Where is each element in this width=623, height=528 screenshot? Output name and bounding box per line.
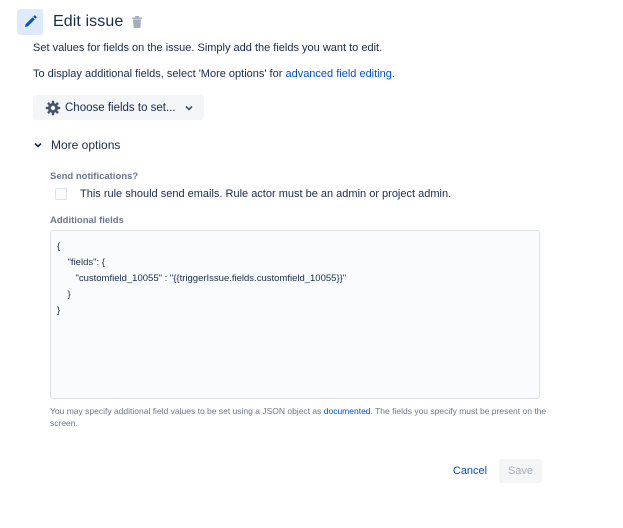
choose-fields-button[interactable]: Choose fields to set...	[33, 95, 204, 120]
help-prefix: You may specify additional field values …	[50, 406, 324, 416]
choose-fields-label: Choose fields to set...	[65, 101, 176, 114]
gear-icon	[45, 100, 61, 116]
advanced-editing-text: To display additional fields, select 'Mo…	[33, 68, 395, 80]
send-emails-checkbox-label[interactable]: This rule should send emails. Rule actor…	[80, 188, 451, 200]
save-button[interactable]: Save	[499, 459, 542, 483]
chevron-down-icon	[33, 139, 45, 151]
advanced-editing-suffix: .	[391, 68, 395, 80]
page-title: Edit issue	[53, 13, 124, 30]
trash-icon[interactable]	[131, 15, 143, 29]
send-emails-checkbox[interactable]	[55, 188, 67, 200]
advanced-field-editing-link[interactable]: advanced field editing	[285, 68, 391, 80]
more-options-label: More options	[51, 138, 121, 152]
chevron-down-icon	[184, 103, 194, 113]
send-notifications-label: Send notifications?	[50, 171, 139, 182]
additional-fields-help-text: You may specify additional field values …	[50, 405, 550, 429]
additional-fields-json-editor[interactable]: { "fields": { "customfield_10055" : "{{t…	[50, 230, 540, 399]
advanced-editing-prefix: To display additional fields, select 'Mo…	[33, 68, 286, 80]
edit-issue-panel: Edit issue Set values for fields on the …	[0, 0, 623, 528]
description-text: Set values for fields on the issue. Simp…	[33, 42, 383, 54]
send-emails-option: This rule should send emails. Rule actor…	[55, 188, 451, 200]
panel-header: Edit issue	[17, 7, 143, 37]
additional-fields-label: Additional fields	[50, 215, 124, 226]
more-options-toggle[interactable]: More options	[33, 136, 120, 154]
pencil-icon	[17, 9, 43, 35]
documented-link[interactable]: documented	[324, 406, 371, 416]
cancel-button[interactable]: Cancel	[447, 459, 493, 483]
